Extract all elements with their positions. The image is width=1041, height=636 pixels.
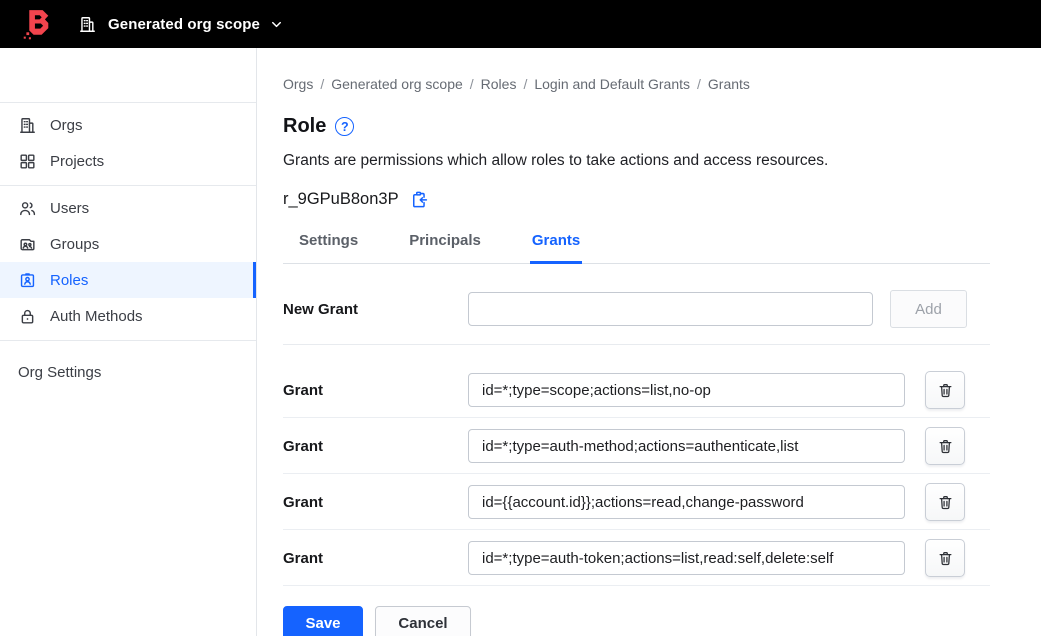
grant-label: Grant [283,382,468,399]
scope-label: Generated org scope [108,16,260,33]
tab-settings[interactable]: Settings [297,221,360,264]
top-bar: Generated org scope [0,0,1041,48]
delete-grant-button[interactable] [925,427,965,465]
grant-input[interactable] [468,485,905,519]
breadcrumb-item[interactable]: Generated org scope [331,76,463,92]
users-icon [18,199,37,218]
breadcrumb-separator: / [697,76,701,92]
breadcrumb-item[interactable]: Roles [481,76,517,92]
sidebar-item-label: Projects [50,153,104,170]
grant-row: Grant [283,354,990,418]
grant-label: Grant [283,438,468,455]
tab-grants[interactable]: Grants [530,221,582,264]
help-icon[interactable]: ? [335,117,354,136]
grant-label: Grant [283,494,468,511]
chevron-down-icon [269,17,284,32]
sidebar-item-users[interactable]: Users [0,190,256,226]
sidebar-item-roles[interactable]: Roles [0,262,256,298]
tab-principals[interactable]: Principals [407,221,483,264]
grant-list: Grant Grant [283,354,990,586]
copy-to-clipboard-icon[interactable] [409,190,428,209]
sidebar-item-label: Groups [50,236,99,253]
sidebar-item-orgs[interactable]: Orgs [0,107,256,143]
sidebar-item-label: Orgs [50,117,83,134]
breadcrumb-separator: / [470,76,474,92]
delete-grant-button[interactable] [925,371,965,409]
sidebar-item-label: Auth Methods [50,308,143,325]
grant-input[interactable] [468,541,905,575]
breadcrumb-item[interactable]: Grants [708,76,750,92]
breadcrumb-item[interactable]: Orgs [283,76,313,92]
new-grant-row: New Grant Add [283,264,990,345]
sidebar-item-label: Users [50,200,89,217]
lock-icon [18,307,37,326]
role-id: r_9GPuB8on3P [283,190,399,209]
grant-row: Grant [283,418,990,474]
grant-row: Grant [283,474,990,530]
sidebar-item-label: Org Settings [18,364,101,381]
sidebar-item-projects[interactable]: Projects [0,143,256,179]
breadcrumb-item[interactable]: Login and Default Grants [534,76,690,92]
scope-picker[interactable]: Generated org scope [78,15,284,34]
new-grant-input[interactable] [468,292,873,326]
org-building-icon [78,15,97,34]
boundary-logo-icon [19,6,56,43]
trash-icon [937,438,954,455]
trash-icon [937,382,954,399]
grant-input[interactable] [468,429,905,463]
groups-icon [18,235,37,254]
breadcrumb: Orgs / Generated org scope / Roles / Login and… [283,76,990,92]
save-button[interactable]: Save [283,606,363,636]
tab-bar: Settings Principals Grants [283,221,990,264]
form-actions: Save Cancel [283,606,990,636]
delete-grant-button[interactable] [925,539,965,577]
org-icon [18,116,37,135]
new-grant-label: New Grant [283,301,468,318]
grant-input[interactable] [468,373,905,407]
delete-grant-button[interactable] [925,483,965,521]
sidebar-item-org-settings[interactable]: Org Settings [0,354,256,390]
add-grant-button[interactable]: Add [890,290,967,328]
sidebar-item-groups[interactable]: Groups [0,226,256,262]
sidebar: Orgs Projects Use [0,48,257,636]
trash-icon [937,494,954,511]
breadcrumb-separator: / [320,76,324,92]
page-title: Role [283,115,326,138]
sidebar-item-label: Roles [50,272,88,289]
cancel-button[interactable]: Cancel [375,606,471,636]
grant-label: Grant [283,550,468,567]
sidebar-item-auth-methods[interactable]: Auth Methods [0,298,256,334]
page-description: Grants are permissions which allow roles… [283,152,990,170]
grid-icon [18,152,37,171]
role-badge-icon [18,271,37,290]
breadcrumb-separator: / [523,76,527,92]
trash-icon [937,550,954,567]
grant-row: Grant [283,530,990,586]
main-content: Orgs / Generated org scope / Roles / Login and… [257,48,1041,636]
